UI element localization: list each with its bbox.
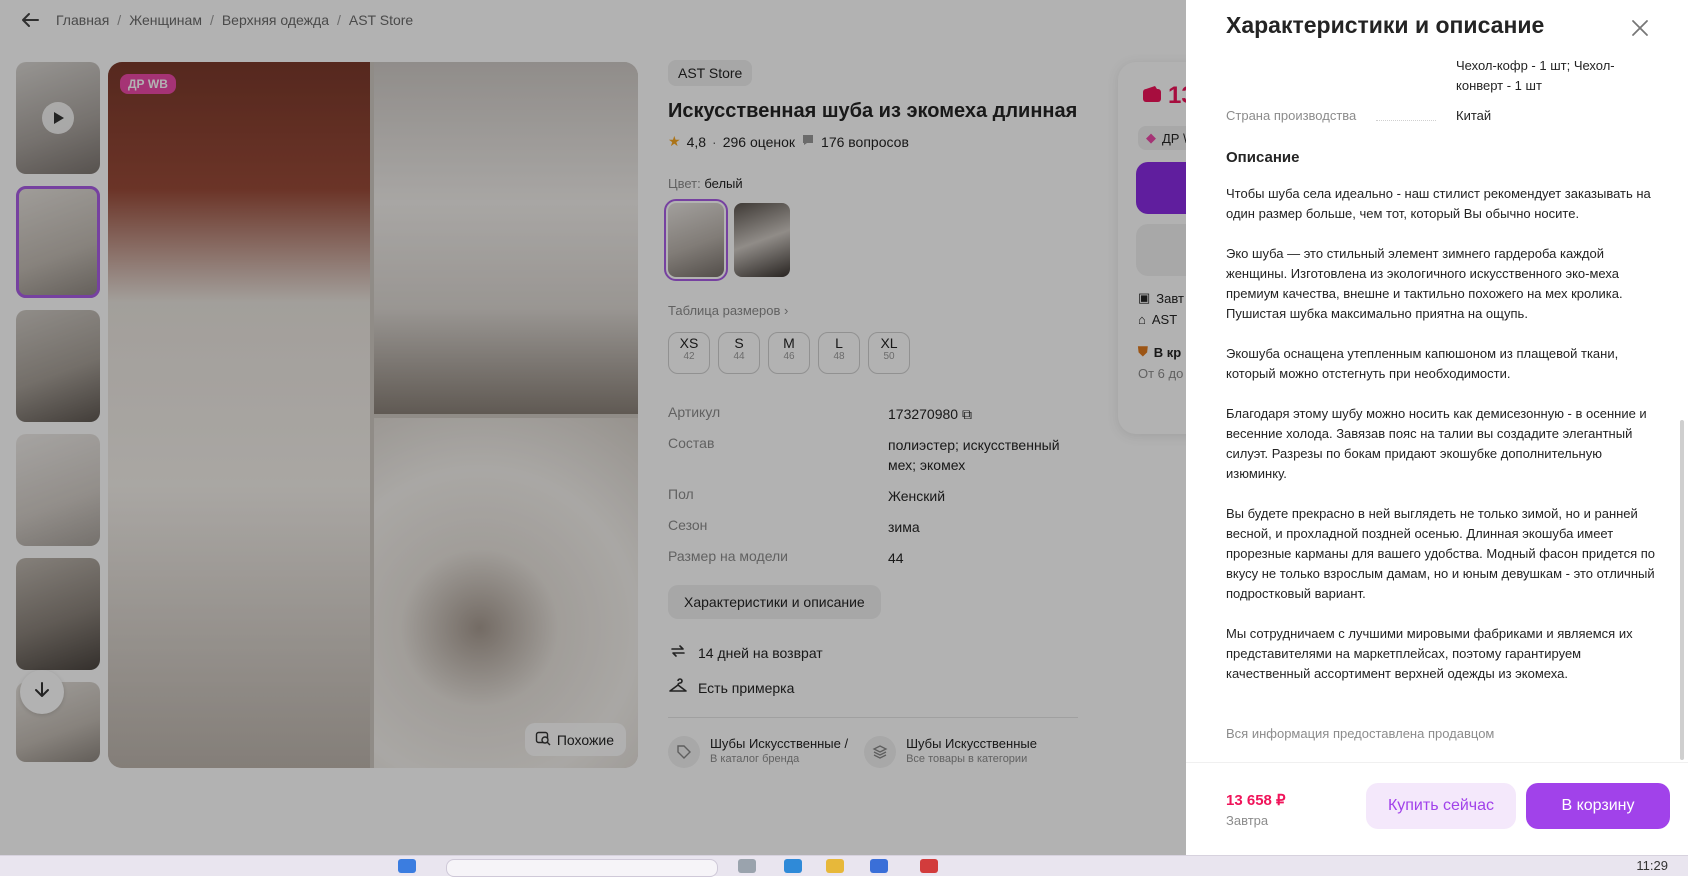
description-heading: Описание — [1226, 149, 1300, 166]
modal-backdrop[interactable] — [0, 0, 1186, 855]
add-to-cart-button[interactable]: В корзину — [1526, 783, 1670, 829]
seller-note: Вся информация предоставлена продавцом — [1226, 726, 1495, 741]
mail-icon[interactable] — [920, 859, 938, 873]
panel-scrollbar[interactable] — [1680, 420, 1684, 760]
store-app-icon[interactable] — [870, 859, 888, 873]
taskbar-clock: 11:29 — [1636, 858, 1668, 873]
close-icon[interactable] — [1628, 16, 1652, 40]
windows-start-icon[interactable] — [398, 859, 416, 873]
product-page: Главная / Женщинам / Верхняя одежда / AS… — [0, 0, 1688, 855]
package-value: Чехол-кофр - 1 шт; Чехол-конверт - 1 шт — [1456, 58, 1615, 93]
buy-now-button[interactable]: Купить сейчас — [1366, 783, 1516, 829]
dotted-leader — [1376, 106, 1436, 121]
description-paragraph: Мы сотрудничаем с лучшими мировыми фабри… — [1226, 626, 1633, 681]
task-view-icon[interactable] — [738, 859, 756, 873]
description-paragraph: Чтобы шуба села идеально - наш стилист р… — [1226, 186, 1651, 221]
description-paragraph: Благодаря этому шубу можно носить как де… — [1226, 406, 1647, 481]
panel-title: Характеристики и описание — [1226, 12, 1545, 38]
description-paragraph: Эко шуба — это стильный элемент зимнего … — [1226, 246, 1623, 321]
description-paragraph: Вы будете прекрасно в ней выглядеть не т… — [1226, 506, 1655, 601]
country-row: Страна производства Китай — [1226, 106, 1656, 126]
edge-icon[interactable] — [784, 859, 802, 873]
os-taskbar: 11:29 — [0, 855, 1688, 877]
description-paragraph: Экошуба оснащена утепленным капюшоном из… — [1226, 346, 1619, 381]
footer-price: 13 658 ₽ — [1226, 792, 1286, 809]
taskbar-search[interactable] — [446, 859, 718, 877]
characteristics-panel: Характеристики и описание Чехол-кофр - 1… — [1186, 0, 1688, 855]
country-value: Китай — [1456, 108, 1492, 123]
footer-delivery: Завтра — [1226, 813, 1269, 828]
folder-icon[interactable] — [826, 859, 844, 873]
country-key: Страна производства — [1226, 108, 1357, 123]
description-text: Чтобы шуба села идеально - наш стилист р… — [1226, 184, 1656, 704]
panel-footer: 13 658 ₽ Завтра Купить сейчас В корзину — [1186, 762, 1688, 856]
